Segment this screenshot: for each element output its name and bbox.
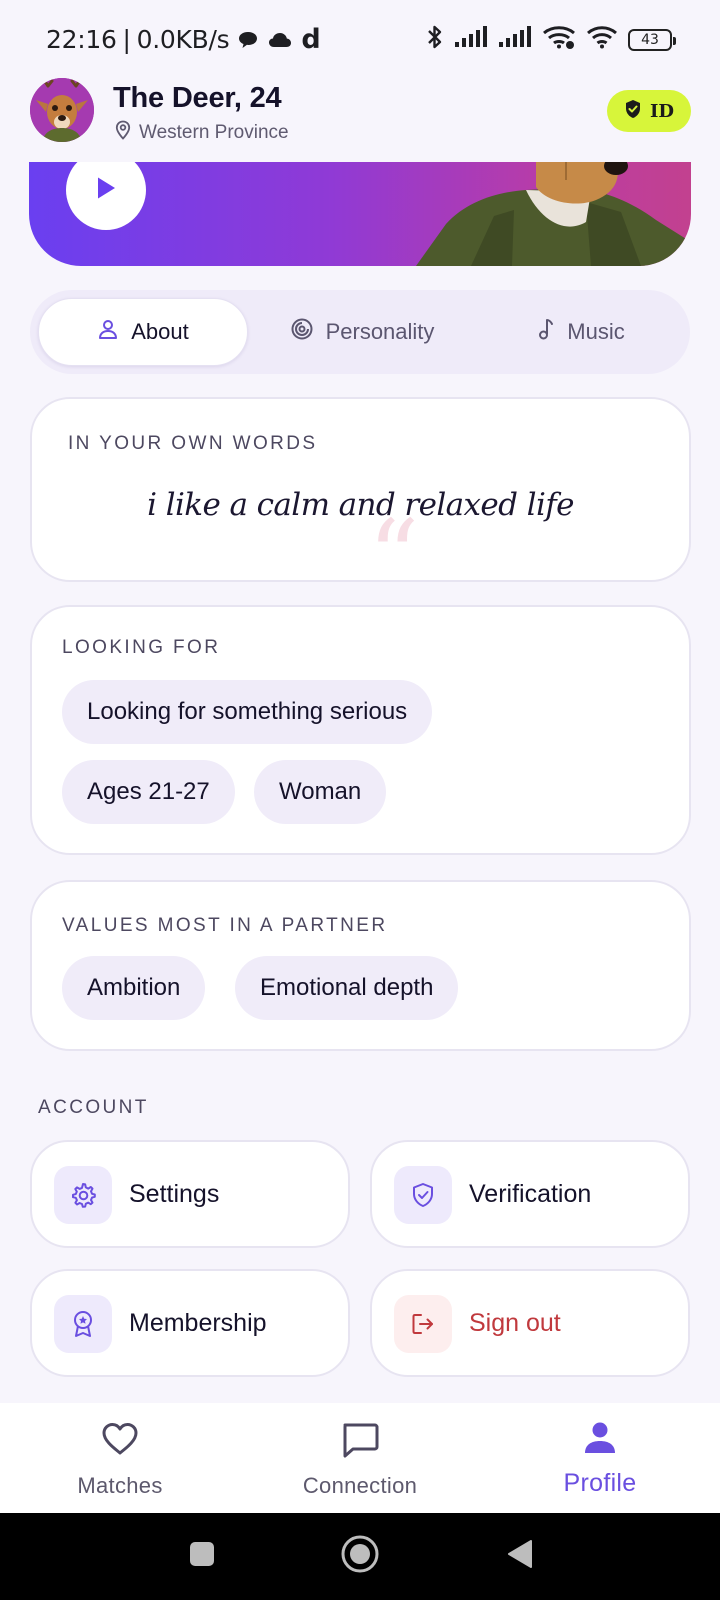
profile-header: The Deer, 24 Western Province ID xyxy=(0,64,720,164)
signal-icon xyxy=(498,26,532,53)
id-verified-badge[interactable]: ID xyxy=(607,90,691,132)
wifi-icon xyxy=(542,25,576,54)
cloud-icon xyxy=(267,31,293,49)
bluetooth-icon xyxy=(426,24,444,55)
battery-level: 43 xyxy=(641,31,659,48)
tab-label: Music xyxy=(567,319,625,344)
chip: Ages 21-27 xyxy=(62,760,235,824)
tab-label: Personality xyxy=(325,319,435,344)
chip: Woman xyxy=(254,760,387,824)
verification-button[interactable]: Verification xyxy=(370,1140,690,1248)
verification-label: Verification xyxy=(469,1179,592,1208)
account-section-title: ACCOUNT xyxy=(38,1097,149,1118)
sign-out-label: Sign out xyxy=(469,1308,561,1337)
person-icon xyxy=(97,318,119,346)
settings-label: Settings xyxy=(129,1179,220,1208)
chat-notification-icon xyxy=(237,30,259,50)
nav-label: Profile xyxy=(563,1469,637,1497)
home-button[interactable] xyxy=(328,1513,392,1600)
signal-icon xyxy=(454,26,488,53)
tab-about[interactable]: About xyxy=(38,298,248,366)
person-icon xyxy=(582,1421,618,1460)
deer-portrait-image xyxy=(416,162,691,266)
music-note-icon xyxy=(537,317,555,347)
location: Western Province xyxy=(115,120,289,146)
status-bar: 22:16 | 0.0KB/s d 43 xyxy=(0,0,720,64)
nav-profile[interactable]: Profile xyxy=(480,1403,720,1513)
d-app-icon: d xyxy=(301,24,321,55)
chat-bubble-icon xyxy=(340,1421,380,1464)
map-pin-icon xyxy=(115,120,131,146)
home-circle-icon xyxy=(340,1534,380,1579)
badge-label: ID xyxy=(649,100,675,122)
shield-check-icon xyxy=(624,99,642,124)
membership-label: Membership xyxy=(129,1308,267,1337)
wifi-icon xyxy=(586,25,618,54)
bottom-nav: Matches Connection Profile xyxy=(0,1403,720,1513)
gear-icon xyxy=(54,1166,112,1224)
personality-icon xyxy=(290,317,314,347)
own-words-card: IN YOUR OWN WORDS “ i like a calm and re… xyxy=(30,397,691,607)
profile-name: The Deer, 24 xyxy=(113,82,282,114)
values-card: VALUES MOST IN A PARTNER Ambition Emotio… xyxy=(30,880,691,1051)
tab-label: About xyxy=(131,319,189,344)
status-separator: | xyxy=(122,25,131,54)
play-button[interactable] xyxy=(66,162,146,230)
card-label: VALUES MOST IN A PARTNER xyxy=(62,915,388,936)
back-button[interactable] xyxy=(488,1513,552,1600)
membership-button[interactable]: Membership xyxy=(30,1269,350,1377)
screen: 22:16 | 0.0KB/s d 43 The Deer, 24 Wester… xyxy=(0,0,720,1600)
chip: Looking for something serious xyxy=(62,680,433,744)
status-time: 22:16 xyxy=(46,25,117,54)
nav-label: Matches xyxy=(77,1473,163,1498)
nav-label: Connection xyxy=(302,1473,418,1498)
sign-out-icon xyxy=(394,1295,452,1353)
tab-personality[interactable]: Personality xyxy=(252,298,472,366)
battery-icon: 43 xyxy=(628,28,676,51)
chip: Ambition xyxy=(62,956,206,1020)
shield-check-icon xyxy=(394,1166,452,1224)
recents-button[interactable] xyxy=(170,1513,234,1600)
profile-media-banner xyxy=(29,162,691,266)
avatar[interactable] xyxy=(30,78,94,142)
status-left: 22:16 | 0.0KB/s d xyxy=(46,24,321,55)
back-triangle-icon xyxy=(506,1538,534,1575)
play-icon xyxy=(94,175,118,206)
sign-out-button[interactable]: Sign out xyxy=(370,1269,690,1377)
square-icon xyxy=(188,1540,216,1573)
status-right: 43 xyxy=(426,24,676,55)
nav-matches[interactable]: Matches xyxy=(0,1403,240,1513)
looking-for-card: LOOKING FOR Looking for something seriou… xyxy=(30,605,691,855)
own-words-text: i like a calm and relaxed life xyxy=(147,487,574,523)
card-label: LOOKING FOR xyxy=(62,637,221,658)
tab-music[interactable]: Music xyxy=(478,298,684,366)
android-nav-bar xyxy=(0,1513,720,1600)
profile-tabs: About Personality Music xyxy=(30,290,690,374)
heart-icon xyxy=(100,1421,140,1462)
nav-connection[interactable]: Connection xyxy=(240,1403,480,1513)
award-icon xyxy=(54,1295,112,1353)
settings-button[interactable]: Settings xyxy=(30,1140,350,1248)
card-label: IN YOUR OWN WORDS xyxy=(68,433,318,454)
network-speed: 0.0KB/s xyxy=(136,25,230,54)
location-text: Western Province xyxy=(139,122,289,143)
chip: Emotional depth xyxy=(235,956,459,1020)
